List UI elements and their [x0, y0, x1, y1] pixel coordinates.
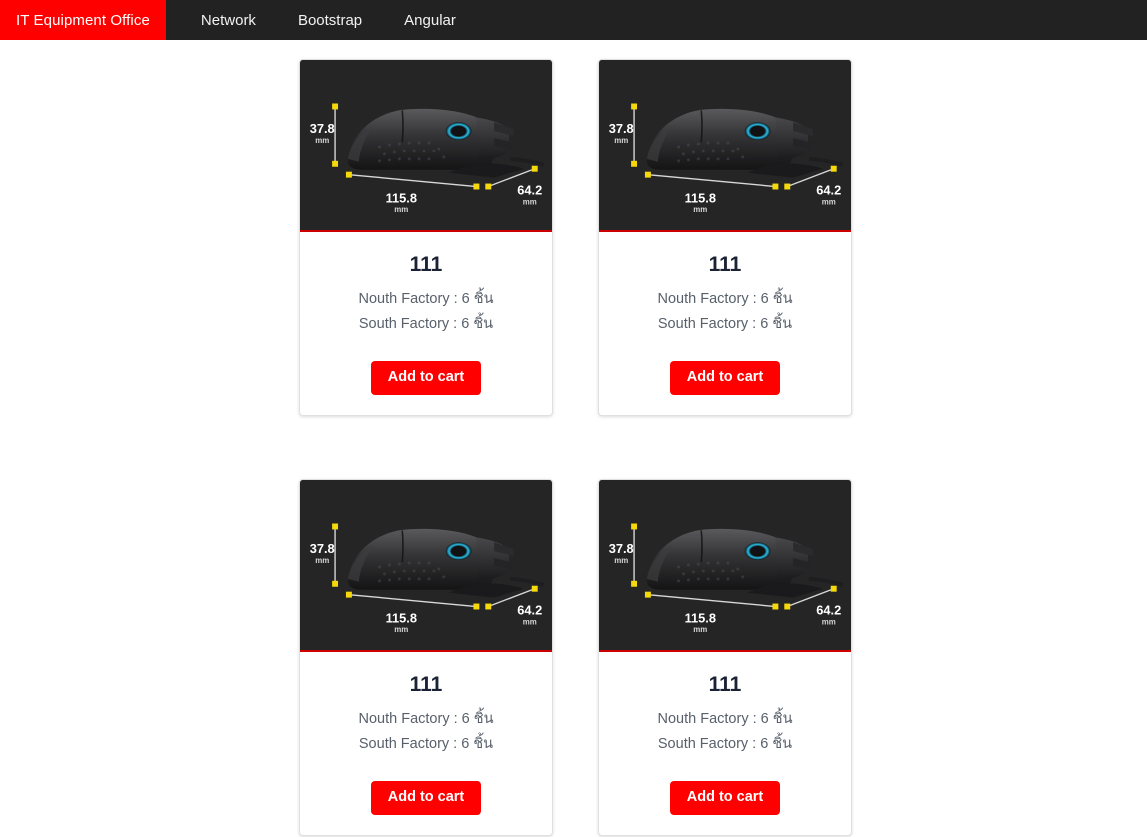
svg-text:mm: mm — [523, 197, 537, 206]
svg-text:37.8: 37.8 — [609, 121, 634, 136]
product-card[interactable]: 37.8 mm 115.8 mm 64.2 mm 111 Nouth Facto… — [598, 478, 852, 836]
mouse-dimension-illustration: 37.8 mm 115.8 mm 64.2 mm — [599, 60, 851, 230]
product-row-1: 37.8 mm 115.8 mm 64.2 mm 111 Nouth Facto… — [0, 59, 1147, 416]
svg-text:mm: mm — [315, 136, 329, 145]
svg-text:115.8: 115.8 — [386, 190, 417, 205]
svg-text:115.8: 115.8 — [386, 610, 417, 625]
product-image[interactable]: 37.8 mm 115.8 mm 64.2 mm — [300, 60, 552, 232]
card-body: 111 Nouth Factory : 6 ชิ้น South Factory… — [300, 652, 552, 835]
navbar-links: Network Bootstrap Angular — [166, 0, 477, 40]
svg-text:115.8: 115.8 — [685, 610, 716, 625]
svg-text:mm: mm — [394, 625, 408, 634]
svg-text:115.8: 115.8 — [685, 190, 716, 205]
svg-text:37.8: 37.8 — [310, 541, 335, 556]
svg-text:mm: mm — [523, 617, 537, 626]
add-to-cart-button[interactable]: Add to cart — [669, 361, 781, 395]
mouse-dimension-illustration: 37.8 mm 115.8 mm 64.2 mm — [300, 479, 552, 650]
nav-link-bootstrap[interactable]: Bootstrap — [277, 12, 383, 29]
product-card[interactable]: 37.8 mm 115.8 mm 64.2 mm 111 Nouth Facto… — [299, 59, 553, 416]
product-title: 111 — [409, 253, 443, 276]
stock-north: Nouth Factory : 6 ชิ้น — [358, 710, 494, 727]
svg-text:mm: mm — [822, 617, 836, 626]
stock-south: South Factory : 6 ชิ้น — [358, 735, 494, 752]
stock-north: Nouth Factory : 6 ชิ้น — [657, 710, 793, 727]
nav-link-angular[interactable]: Angular — [383, 12, 477, 29]
navbar-brand[interactable]: IT Equipment Office — [0, 0, 166, 40]
svg-text:mm: mm — [394, 205, 408, 214]
mouse-dimension-illustration: 37.8 mm 115.8 mm 64.2 mm — [300, 60, 552, 230]
product-title: 111 — [409, 672, 443, 696]
stock-south: South Factory : 6 ชิ้น — [657, 735, 793, 752]
mouse-dimension-illustration: 37.8 mm 115.8 mm 64.2 mm — [599, 479, 851, 650]
product-card[interactable]: 37.8 mm 115.8 mm 64.2 mm 111 Nouth Facto… — [299, 478, 553, 836]
product-image[interactable]: 37.8 mm 115.8 mm 64.2 mm — [599, 479, 851, 652]
product-title: 111 — [708, 253, 742, 276]
svg-text:64.2: 64.2 — [816, 602, 841, 617]
stock-south: South Factory : 6 ชิ้น — [657, 316, 793, 332]
add-to-cart-button[interactable]: Add to cart — [370, 361, 482, 395]
svg-text:mm: mm — [614, 556, 628, 565]
card-body: 111 Nouth Factory : 6 ชิ้น South Factory… — [599, 652, 851, 835]
stock-north: Nouth Factory : 6 ชิ้น — [657, 291, 793, 307]
svg-text:37.8: 37.8 — [609, 541, 634, 556]
svg-text:mm: mm — [693, 205, 707, 214]
svg-text:64.2: 64.2 — [816, 182, 841, 197]
card-body: 111 Nouth Factory : 6 ชิ้น South Factory… — [599, 232, 851, 415]
svg-text:64.2: 64.2 — [517, 182, 542, 197]
nav-link-network[interactable]: Network — [180, 12, 277, 29]
product-image[interactable]: 37.8 mm 115.8 mm 64.2 mm — [300, 479, 552, 652]
svg-text:37.8: 37.8 — [310, 121, 335, 136]
svg-text:mm: mm — [693, 625, 707, 634]
main-navbar: IT Equipment Office Network Bootstrap An… — [0, 0, 1147, 40]
svg-text:mm: mm — [315, 556, 329, 565]
stock-south: South Factory : 6 ชิ้น — [358, 316, 494, 332]
svg-text:mm: mm — [822, 197, 836, 206]
product-card[interactable]: 37.8 mm 115.8 mm 64.2 mm 111 Nouth Facto… — [598, 59, 852, 416]
card-body: 111 Nouth Factory : 6 ชิ้น South Factory… — [300, 232, 552, 415]
add-to-cart-button[interactable]: Add to cart — [669, 780, 781, 815]
product-title: 111 — [708, 672, 742, 696]
add-to-cart-button[interactable]: Add to cart — [370, 780, 482, 815]
svg-text:mm: mm — [614, 136, 628, 145]
product-image[interactable]: 37.8 mm 115.8 mm 64.2 mm — [599, 60, 851, 232]
product-row-2: 37.8 mm 115.8 mm 64.2 mm 111 Nouth Facto… — [0, 478, 1147, 836]
stock-north: Nouth Factory : 6 ชิ้น — [358, 291, 494, 307]
svg-text:64.2: 64.2 — [517, 602, 542, 617]
product-grid: 37.8 mm 115.8 mm 64.2 mm 111 Nouth Facto… — [0, 40, 1147, 836]
